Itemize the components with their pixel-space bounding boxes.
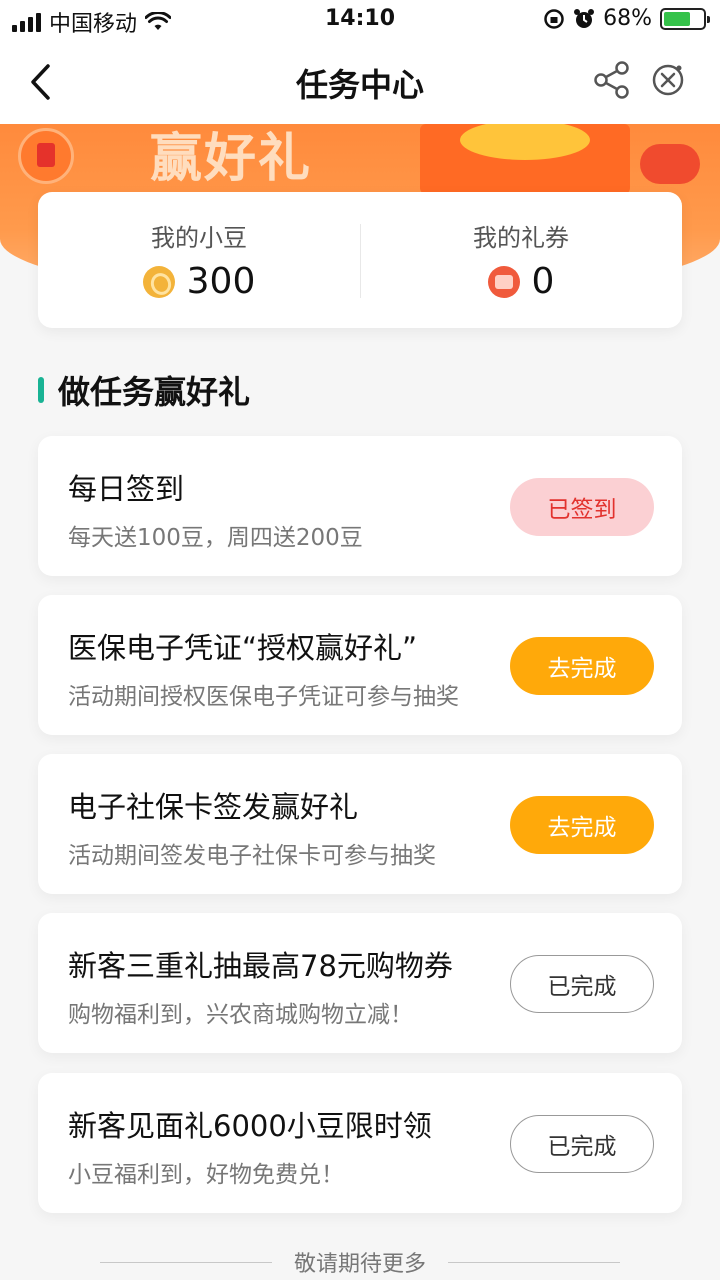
- battery-level: [664, 11, 690, 26]
- coupons-label: 我的礼券: [473, 224, 569, 252]
- task-card-welcome-beans: 新客见面礼6000小豆限时领 小豆福利到，好物免费兑！ 已完成: [38, 1073, 682, 1213]
- footer-divider-right: [448, 1261, 620, 1263]
- coupons-value: 0: [531, 261, 555, 302]
- banner-text: 赢好礼: [150, 129, 313, 189]
- footer: 敬请期待更多: [0, 1245, 720, 1279]
- section-title: 做任务赢好礼: [58, 373, 251, 411]
- status-bar: 中国移动 14:10 68%: [0, 0, 720, 40]
- beans-value-row: 300: [142, 261, 256, 302]
- task-card-social-security: 电子社保卡签发赢好礼 活动期间签发电子社保卡可参与抽奖 去完成: [38, 754, 682, 894]
- task-desc: 活动期间签发电子社保卡可参与抽奖: [68, 843, 436, 869]
- task-card-daily-checkin: 每日签到 每天送100豆，周四送200豆 已签到: [38, 436, 682, 576]
- task-desc: 每天送100豆，周四送200豆: [68, 525, 363, 551]
- task-card-new-customer-gift: 新客三重礼抽最高78元购物券 购物福利到，兴农商城购物立减！ 已完成: [38, 913, 682, 1053]
- assets-summary-card: 我的小豆 300 我的礼券 0: [38, 192, 682, 328]
- go-complete-button[interactable]: 去完成: [510, 796, 654, 854]
- share-icon[interactable]: [592, 60, 632, 100]
- beans-label: 我的小豆: [151, 224, 247, 252]
- task-title: 每日签到: [68, 472, 185, 506]
- completed-button[interactable]: 已完成: [510, 1115, 654, 1173]
- footer-divider-left: [99, 1261, 272, 1263]
- task-card-medical-insurance: 医保电子凭证“授权赢好礼” 活动期间授权医保电子凭证可参与抽奖 去完成: [38, 595, 682, 735]
- task-title: 新客见面礼6000小豆限时领: [68, 1109, 432, 1143]
- footer-text: 敬请期待更多: [293, 1252, 426, 1277]
- section-header: 做任务赢好礼: [38, 368, 250, 412]
- task-title: 电子社保卡签发赢好礼: [68, 790, 359, 824]
- task-title: 新客三重礼抽最高78元购物券: [68, 949, 453, 983]
- go-complete-button[interactable]: 去完成: [510, 637, 654, 695]
- section-accent-bar: [38, 377, 44, 403]
- red-envelope-icon: [18, 128, 74, 184]
- task-desc: 购物福利到，兴农商城购物立减！: [68, 1002, 413, 1028]
- my-coupons[interactable]: 我的礼券 0: [360, 192, 682, 328]
- close-icon[interactable]: [648, 60, 688, 100]
- battery-percent: 68%: [603, 6, 652, 31]
- coin-icon: [142, 265, 175, 298]
- rotation-lock-icon: [544, 8, 564, 29]
- nav-bar: 任务中心: [0, 40, 720, 124]
- task-desc: 活动期间授权医保电子凭证可参与抽奖: [68, 684, 459, 710]
- checked-in-button[interactable]: 已签到: [510, 478, 654, 536]
- ribbon-illustration: [640, 144, 700, 184]
- beans-value: 300: [186, 261, 256, 302]
- summary-divider: [360, 224, 361, 298]
- coupons-value-row: 0: [487, 261, 555, 302]
- my-beans[interactable]: 我的小豆 300: [38, 192, 360, 328]
- task-title: 医保电子凭证“授权赢好礼”: [68, 631, 418, 665]
- task-desc: 小豆福利到，好物免费兑！: [68, 1162, 344, 1188]
- alarm-icon: [574, 8, 595, 28]
- status-right: 68%: [543, 6, 710, 31]
- gift-box-illustration: [420, 124, 630, 194]
- battery-icon: [660, 7, 710, 30]
- completed-button[interactable]: 已完成: [510, 955, 654, 1013]
- coupon-icon: [487, 265, 520, 298]
